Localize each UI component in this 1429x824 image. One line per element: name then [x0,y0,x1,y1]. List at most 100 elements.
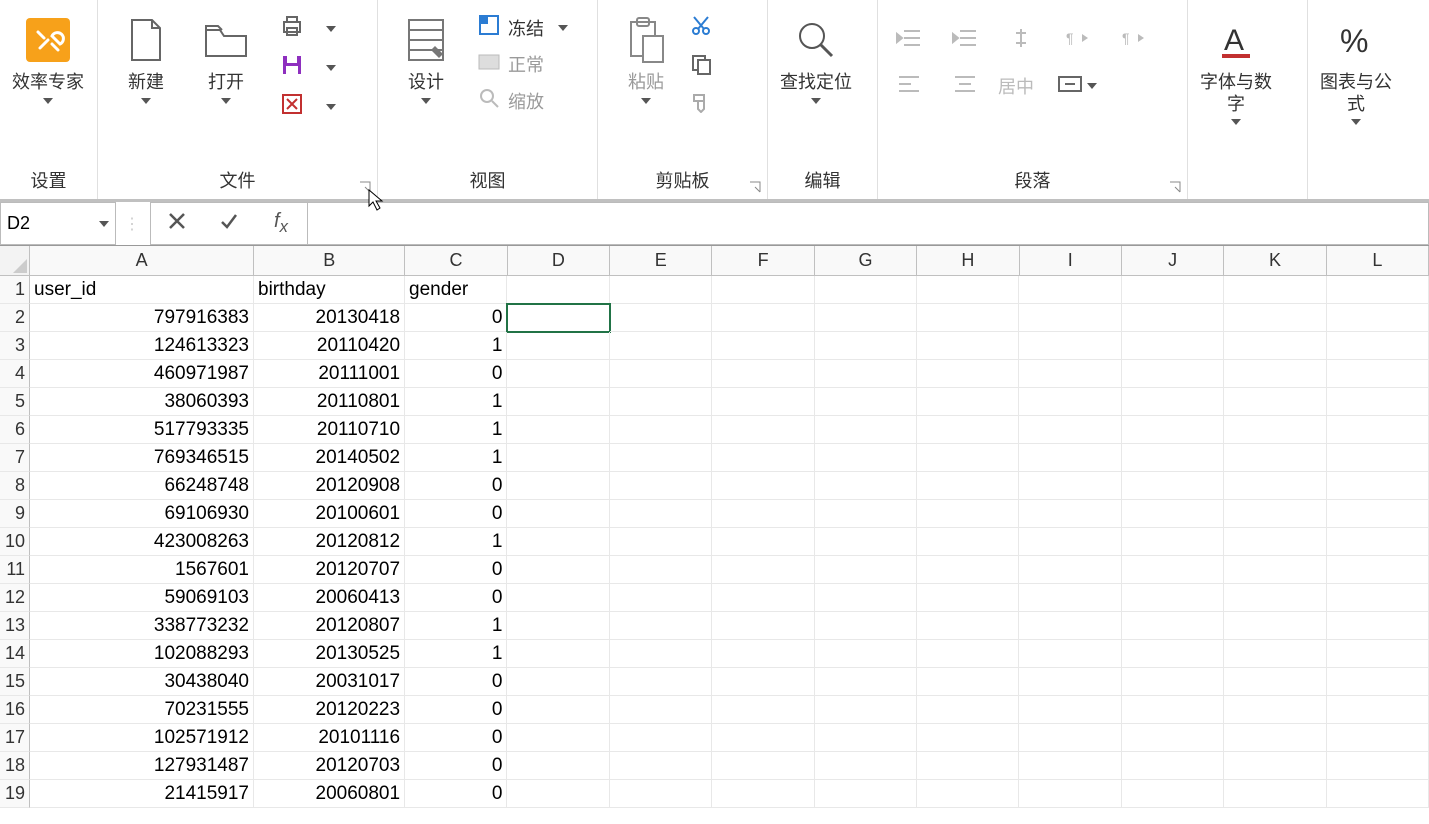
cell[interactable]: 0 [405,500,507,528]
cell[interactable] [1122,696,1224,724]
formula-bar-drag-handle[interactable]: ⋮ [116,202,150,245]
cell[interactable] [1224,472,1326,500]
cell[interactable] [1224,500,1326,528]
cell[interactable] [712,472,814,500]
dialog-launcher-paragraph[interactable] [1169,181,1183,195]
cell[interactable]: 1567601 [30,556,254,584]
cell[interactable] [815,332,917,360]
cell[interactable] [712,388,814,416]
dialog-launcher-file[interactable] [359,181,373,195]
cell[interactable]: 20130525 [254,640,405,668]
save-button[interactable] [274,49,342,86]
cell[interactable]: 0 [405,556,507,584]
cell[interactable]: 20120908 [254,472,405,500]
cell[interactable] [1327,472,1429,500]
column-header[interactable]: I [1020,246,1122,276]
cell[interactable] [1327,528,1429,556]
cell[interactable] [1019,612,1121,640]
merge-cells-button[interactable] [1054,68,1100,104]
cell[interactable]: 20120807 [254,612,405,640]
cell[interactable] [815,752,917,780]
row-header[interactable]: 10 [0,528,30,556]
print-button[interactable] [274,10,342,47]
cell[interactable]: 1 [405,444,507,472]
column-header[interactable]: K [1224,246,1326,276]
dialog-launcher-clipboard[interactable] [749,181,763,195]
decrease-indent-button[interactable] [886,22,932,58]
confirm-formula-button[interactable] [203,211,255,236]
cell[interactable] [1122,416,1224,444]
vertical-text-button[interactable] [998,22,1044,58]
cell[interactable] [610,584,712,612]
cell[interactable] [1327,724,1429,752]
cell[interactable] [610,668,712,696]
cell[interactable] [610,500,712,528]
cell[interactable]: 0 [405,584,507,612]
efficiency-expert-button[interactable]: 效率专家 [8,4,88,104]
cell[interactable] [917,584,1019,612]
cell[interactable] [1019,304,1121,332]
cell[interactable] [507,668,609,696]
cell[interactable] [712,556,814,584]
cell[interactable] [610,612,712,640]
cell[interactable] [712,276,814,304]
cell[interactable] [815,360,917,388]
cell[interactable] [1224,668,1326,696]
cell[interactable] [507,528,609,556]
cell[interactable]: 1 [405,416,507,444]
cell[interactable] [610,640,712,668]
normal-view-button[interactable]: 正常 [472,47,574,81]
cell[interactable] [1224,528,1326,556]
cell[interactable] [917,528,1019,556]
cell[interactable] [712,696,814,724]
cell[interactable] [1019,472,1121,500]
cell[interactable] [1327,444,1429,472]
cell[interactable]: 20101116 [254,724,405,752]
cell[interactable]: 20031017 [254,668,405,696]
cell[interactable]: 20120812 [254,528,405,556]
cell[interactable] [1327,752,1429,780]
cell[interactable] [917,276,1019,304]
cell[interactable] [917,472,1019,500]
cell[interactable] [917,332,1019,360]
row-header[interactable]: 2 [0,304,30,332]
cell[interactable] [815,416,917,444]
cell[interactable] [507,556,609,584]
cell[interactable] [1019,584,1121,612]
cell[interactable] [815,640,917,668]
row-header[interactable]: 18 [0,752,30,780]
cell[interactable] [1019,444,1121,472]
find-button[interactable]: 查找定位 [776,4,856,104]
column-header[interactable]: D [508,246,610,276]
cell[interactable]: 59069103 [30,584,254,612]
cell[interactable] [1122,752,1224,780]
cell[interactable] [917,696,1019,724]
cell[interactable] [815,724,917,752]
cell[interactable]: 460971987 [30,360,254,388]
cell[interactable] [1224,780,1326,808]
cell[interactable] [712,444,814,472]
align-center-button[interactable] [942,68,988,104]
cell[interactable] [712,416,814,444]
cell[interactable]: 0 [405,304,507,332]
cell[interactable] [917,388,1019,416]
cells-area[interactable]: user_idbirthdaygender7979163832013041801… [30,276,1429,824]
cell[interactable] [1019,528,1121,556]
cell[interactable]: birthday [254,276,405,304]
cell[interactable] [815,612,917,640]
cell[interactable] [507,584,609,612]
cell[interactable]: 797916383 [30,304,254,332]
cell[interactable]: 38060393 [30,388,254,416]
cell[interactable] [712,304,814,332]
cell[interactable] [917,304,1019,332]
cell[interactable]: 1 [405,388,507,416]
cell[interactable] [1122,332,1224,360]
cell[interactable]: 30438040 [30,668,254,696]
cell[interactable] [507,304,609,332]
cell[interactable]: 20060801 [254,780,405,808]
cell[interactable] [815,388,917,416]
cell[interactable] [1122,360,1224,388]
row-header[interactable]: 19 [0,780,30,808]
row-header[interactable]: 5 [0,388,30,416]
row-header[interactable]: 17 [0,724,30,752]
